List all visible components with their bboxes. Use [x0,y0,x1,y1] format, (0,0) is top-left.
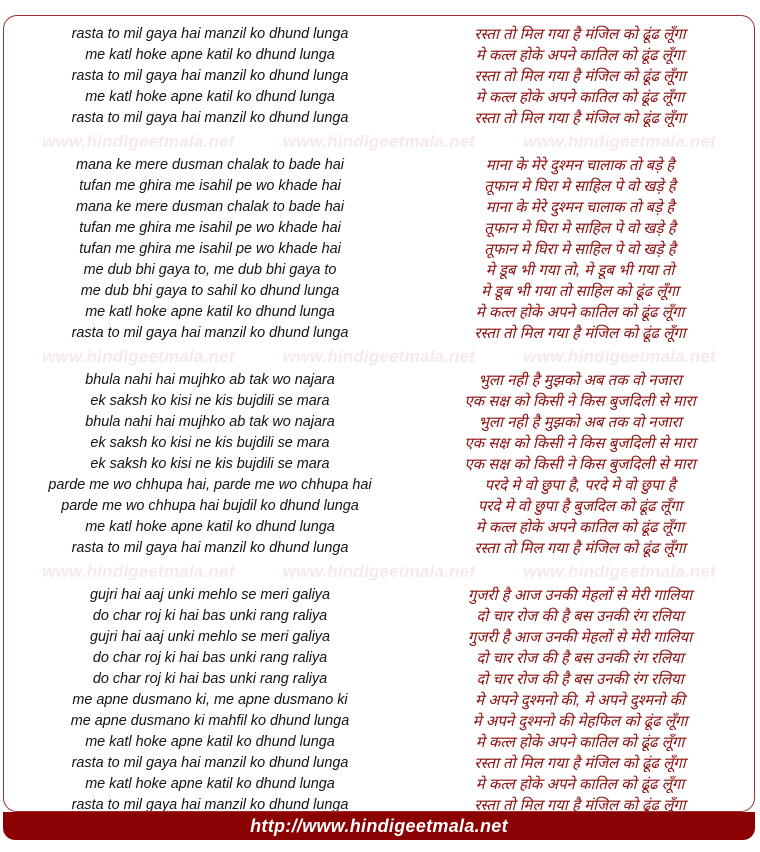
lyric-line-devanagari: मे अपने दुश्मनो की, मे अपने दुश्मनो की [475,692,685,709]
lyric-line-roman: me katl hoke apne katil ko dhund lunga [85,776,335,792]
watermark-band: www.hindigeetmala.net www.hindigeetmala.n… [4,129,754,155]
watermark-label: www.hindigeetmala.net [282,347,476,366]
watermark-label: www.hindigeetmala.net [523,132,716,151]
lyric-line-roman: rasta to mil gaya hai manzil ko dhund lu… [71,325,349,341]
lyric-line-roman: rasta to mil gaya hai manzil ko dhund lu… [71,797,349,812]
lyric-line-devanagari: परदे मे वो छुपा है, परदे मे वो छुपा है [484,477,676,494]
watermark-label: www.hindigeetmala.net [282,132,476,151]
lyric-line-roman: me katl hoke apne katil ko dhund lunga [85,734,335,750]
footer-bar: http://www.hindigeetmala.net [3,812,755,840]
lyric-line-devanagari: रस्ता तो मिल गया है मंजिल को ढूंढ लूँगा [474,755,686,772]
watermark-label: www.hindigeetmala.net [42,132,235,151]
watermark-label: www.hindigeetmala.net [42,562,235,581]
lyric-line-devanagari: परदे मे वो छुपा है बुजदिल को ढूंढ लूँगा [477,498,683,515]
stanza-roman-column: rasta to mil gaya hai manzil ko dhund lu… [4,24,414,129]
frame-top-spacer [4,16,754,24]
site-url-label[interactable]: http://www.hindigeetmala.net [250,816,508,837]
lyric-line-devanagari: रस्ता तो मिल गया है मंजिल को ढूंढ लूँगा [474,797,686,812]
lyric-line-roman: me apne dusmano ki, me apne dusmano ki [72,692,348,708]
lyric-line-devanagari: मे कत्ल होके अपने कातिल को ढूंढ लूँगा [475,89,685,106]
lyric-line-devanagari: गुजरी है आज उनकी मेहलों से मेरी गालिया [467,629,693,646]
lyrics-page: rasta to mil gaya hai manzil ko dhund lu… [0,0,760,852]
lyric-line-roman: bhula nahi hai mujhko ab tak wo najara [85,414,335,430]
lyric-line-roman: parde me wo chhupa hai bujdil ko dhund l… [61,498,359,514]
lyric-line-devanagari: मे कत्ल होके अपने कातिल को ढूंढ लूँगा [475,734,685,751]
lyric-line-devanagari: माना के मेरे दुश्मन चालाक तो बड़े है [485,199,675,216]
lyric-line-devanagari: मे कत्ल होके अपने कातिल को ढूंढ लूँगा [475,304,685,321]
lyric-line-devanagari: मे कत्ल होके अपने कातिल को ढूंढ लूँगा [475,519,685,536]
stanza-devanagari-column: गुजरी है आज उनकी मेहलों से मेरी गालिया दो… [414,585,754,812]
stanza-roman-column: mana ke mere dusman chalak to bade hai tu… [4,155,414,344]
lyric-line-roman: gujri hai aaj unki mehlo se meri galiya [90,587,330,603]
lyric-line-roman: me katl hoke apne katil ko dhund lunga [85,47,335,63]
stanza-roman-column: gujri hai aaj unki mehlo se meri galiya d… [4,585,414,812]
lyric-line-devanagari: एक सक्ष को किसी ने किस बुजदिली से मारा [464,456,696,473]
lyric-line-roman: me katl hoke apne katil ko dhund lunga [85,89,335,105]
stanza-devanagari-column: माना के मेरे दुश्मन चालाक तो बड़े है तूफा… [414,155,754,344]
lyric-line-devanagari: रस्ता तो मिल गया है मंजिल को ढूंढ लूँगा [474,68,686,85]
lyric-line-roman: me dub bhi gaya to, me dub bhi gaya to [83,262,337,278]
lyric-line-roman: tufan me ghira me isahil pe wo khade hai [79,178,341,194]
lyric-line-devanagari: रस्ता तो मिल गया है मंजिल को ढूंढ लूँगा [474,540,686,557]
lyric-line-roman: mana ke mere dusman chalak to bade hai [76,157,344,173]
lyric-line-roman: rasta to mil gaya hai manzil ko dhund lu… [71,540,349,556]
stanza: rasta to mil gaya hai manzil ko dhund lu… [4,24,754,129]
lyric-line-devanagari: दो चार रोज की है बस उनकी रंग रलिया [476,671,684,688]
lyric-line-devanagari: दो चार रोज की है बस उनकी रंग रलिया [476,608,684,625]
stanza-container: rasta to mil gaya hai manzil ko dhund lu… [4,24,754,812]
lyric-line-devanagari: मे डूब भी गया तो, मे डूब भी गया तो [485,262,675,279]
lyric-line-devanagari: तूफान मे घिरा मे साहिल पे वो खड़े है [484,178,676,195]
lyric-line-roman: ek saksh ko kisi ne kis bujdili se mara [90,393,330,409]
stanza: mana ke mere dusman chalak to bade hai tu… [4,155,754,344]
lyric-line-roman: parde me wo chhupa hai, parde me wo chhu… [48,477,372,493]
lyric-line-devanagari: भुला नही है मुझको अब तक वो नजारा [478,372,682,389]
lyric-line-devanagari: माना के मेरे दुश्मन चालाक तो बड़े है [485,157,675,174]
lyric-line-devanagari: मे कत्ल होके अपने कातिल को ढूंढ लूँगा [475,776,685,793]
lyric-line-roman: mana ke mere dusman chalak to bade hai [76,199,344,215]
watermark-band: www.hindigeetmala.net www.hindigeetmala.n… [4,344,754,370]
lyric-line-roman: rasta to mil gaya hai manzil ko dhund lu… [71,110,349,126]
lyric-line-roman: do char roj ki hai bas unki rang raliya [92,608,328,624]
lyric-line-roman: rasta to mil gaya hai manzil ko dhund lu… [71,755,349,771]
lyric-line-devanagari: दो चार रोज की है बस उनकी रंग रलिया [476,650,684,667]
lyric-line-roman: ek saksh ko kisi ne kis bujdili se mara [90,435,330,451]
lyric-line-devanagari: तूफान मे घिरा मे साहिल पे वो खड़े है [484,220,676,237]
lyric-line-roman: gujri hai aaj unki mehlo se meri galiya [90,629,330,645]
lyric-line-roman: me dub bhi gaya to sahil ko dhund lunga [80,283,340,299]
lyric-line-roman: tufan me ghira me isahil pe wo khade hai [79,241,341,257]
watermark-label: www.hindigeetmala.net [282,562,476,581]
lyric-line-devanagari: एक सक्ष को किसी ने किस बुजदिली से मारा [464,393,696,410]
lyric-line-roman: do char roj ki hai bas unki rang raliya [92,671,328,687]
lyric-line-devanagari: तूफान मे घिरा मे साहिल पे वो खड़े है [484,241,676,258]
lyric-line-roman: bhula nahi hai mujhko ab tak wo najara [85,372,335,388]
lyric-line-devanagari: रस्ता तो मिल गया है मंजिल को ढूंढ लूँगा [474,26,686,43]
lyric-line-roman: ek saksh ko kisi ne kis bujdili se mara [90,456,330,472]
stanza-roman-column: bhula nahi hai mujhko ab tak wo najara ek… [4,370,414,559]
lyric-line-devanagari: रस्ता तो मिल गया है मंजिल को ढूंढ लूँगा [474,110,686,127]
lyric-line-devanagari: मे डूब भी गया तो साहिल को ढूंढ लूँगा [481,283,679,300]
lyric-line-roman: tufan me ghira me isahil pe wo khade hai [79,220,341,236]
lyric-line-roman: rasta to mil gaya hai manzil ko dhund lu… [71,68,349,84]
stanza: gujri hai aaj unki mehlo se meri galiya d… [4,585,754,812]
lyric-line-devanagari: गुजरी है आज उनकी मेहलों से मेरी गालिया [467,587,693,604]
watermark-label: www.hindigeetmala.net [523,347,716,366]
lyric-line-devanagari: रस्ता तो मिल गया है मंजिल को ढूंढ लूँगा [474,325,686,342]
lyric-line-devanagari: भुला नही है मुझको अब तक वो नजारा [478,414,682,431]
lyrics-frame: rasta to mil gaya hai manzil ko dhund lu… [3,15,755,812]
watermark-label: www.hindigeetmala.net [42,347,235,366]
lyric-line-devanagari: मे कत्ल होके अपने कातिल को ढूंढ लूँगा [475,47,685,64]
stanza-devanagari-column: रस्ता तो मिल गया है मंजिल को ढूंढ लूँगा म… [414,24,754,129]
lyric-line-roman: me katl hoke apne katil ko dhund lunga [85,519,335,535]
watermark-band: www.hindigeetmala.net www.hindigeetmala.n… [4,559,754,585]
stanza-devanagari-column: भुला नही है मुझको अब तक वो नजारा एक सक्ष … [414,370,754,559]
lyric-line-devanagari: एक सक्ष को किसी ने किस बुजदिली से मारा [464,435,696,452]
lyric-line-roman: me apne dusmano ki mahfil ko dhund lunga [70,713,350,729]
watermark-label: www.hindigeetmala.net [523,562,716,581]
stanza: bhula nahi hai mujhko ab tak wo najara ek… [4,370,754,559]
lyric-line-roman: do char roj ki hai bas unki rang raliya [92,650,328,666]
lyric-line-devanagari: मे अपने दुश्मनो की मेहफिल को ढूंढ लूँगा [472,713,688,730]
lyric-line-roman: rasta to mil gaya hai manzil ko dhund lu… [71,26,349,42]
lyric-line-roman: me katl hoke apne katil ko dhund lunga [85,304,335,320]
